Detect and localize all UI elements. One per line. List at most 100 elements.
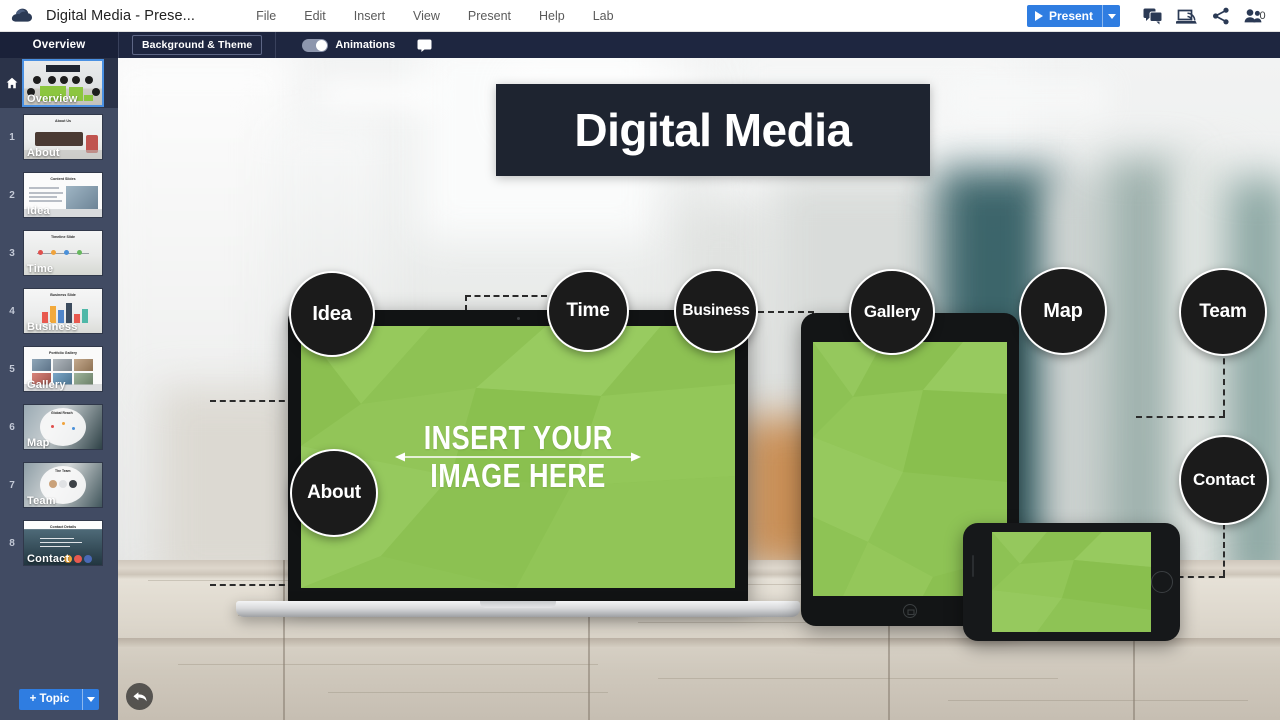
present-dropdown-button[interactable]	[1102, 5, 1120, 27]
thumbnail-heading: Timeline Slide	[50, 235, 76, 239]
comment-icon	[417, 39, 432, 52]
add-topic-dropdown-button[interactable]	[82, 688, 99, 710]
toolbar-divider-1	[118, 32, 119, 58]
thumbnail-heading: Business Slide	[50, 293, 76, 297]
slide-number: 1	[9, 131, 15, 143]
menu-item-present[interactable]: Present	[455, 5, 524, 27]
thumbnail-map[interactable]: Global Reach Map	[24, 405, 102, 449]
topic-node-label: Map	[1043, 299, 1083, 322]
animations-toggle-group[interactable]: Animations	[302, 38, 395, 52]
image-placeholder-laptop[interactable]: INSERT YOUR IMAGE HERE	[301, 326, 735, 588]
topic-node-label: Gallery	[863, 302, 921, 321]
chevron-down-icon	[87, 696, 96, 702]
document-title[interactable]: Digital Media - Prese...	[46, 8, 195, 24]
sidebar-item-overview[interactable]: Overview	[0, 58, 118, 108]
thumbnail-overview[interactable]: Overview	[24, 61, 102, 105]
sidebar-item-idea[interactable]: 2 Content Slides Idea	[0, 166, 118, 224]
menu-item-edit[interactable]: Edit	[291, 5, 339, 27]
chevron-down-icon	[1107, 13, 1116, 19]
screencast-icon	[1176, 9, 1197, 24]
topic-node-gallery[interactable]: Gallery	[849, 269, 935, 355]
menu-item-file[interactable]: File	[243, 5, 289, 27]
laptop-camera-icon	[516, 317, 520, 320]
thumbnail-idea[interactable]: Content Slides Idea	[24, 173, 102, 217]
slide-thumbnail-list[interactable]: Overview 1 About Us About 2 Content Slid…	[0, 58, 118, 678]
menu-item-help[interactable]: Help	[526, 5, 578, 27]
phone-screen[interactable]	[992, 532, 1151, 632]
add-topic-button[interactable]: + Topic	[19, 689, 83, 710]
sidebar-item-team[interactable]: 7 The Team Team	[0, 456, 118, 514]
slides-sidebar: Overview 1 About Us About 2 Content Slid…	[0, 58, 118, 720]
collaborator-count: 0	[1259, 10, 1266, 22]
app-logo[interactable]	[0, 8, 44, 23]
thumbnail-gallery[interactable]: Portfolio Gallery Gallery	[24, 347, 102, 391]
background-theme-button[interactable]: Background & Theme	[132, 35, 263, 55]
topic-node-team[interactable]: Team	[1179, 268, 1267, 356]
thumbnail-business[interactable]: Business Slide Business	[24, 289, 102, 333]
home-icon	[907, 609, 915, 615]
menu-bar: Digital Media - Prese... File Edit Inser…	[0, 0, 1280, 32]
topic-node-label: Contact	[1193, 470, 1255, 489]
comment-button[interactable]	[1136, 0, 1170, 32]
home-icon	[6, 77, 18, 89]
thumbnail-label-overview: Overview	[27, 93, 78, 105]
slide-title: Digital Media	[574, 104, 852, 156]
slide-number: 5	[9, 363, 15, 375]
topic-node-idea[interactable]: Idea	[289, 271, 375, 357]
play-icon	[1034, 11, 1043, 21]
screencast-button[interactable]	[1170, 0, 1204, 32]
topic-node-about[interactable]: About	[290, 449, 378, 537]
sidebar-item-time[interactable]: 3 Timeline Slide Time	[0, 224, 118, 282]
sidebar-item-contact[interactable]: 8 Contact Details Contact	[0, 514, 118, 572]
slide-number: 2	[9, 189, 15, 201]
image-placeholder-phone[interactable]	[992, 532, 1151, 632]
collaborators-button[interactable]: 0	[1238, 0, 1272, 32]
topic-node-map[interactable]: Map	[1019, 267, 1107, 355]
toolbar-divider-2	[275, 32, 277, 58]
menu-item-view[interactable]: View	[400, 5, 453, 27]
thumbnail-label-about: About	[27, 147, 60, 159]
sidebar-item-business[interactable]: 4 Business Slide Business	[0, 282, 118, 340]
share-button[interactable]	[1204, 0, 1238, 32]
topic-node-contact[interactable]: Contact	[1179, 435, 1269, 525]
share-icon	[1213, 7, 1229, 25]
thumbnail-label-gallery: Gallery	[27, 379, 66, 391]
topic-node-label: Time	[566, 300, 610, 321]
present-button[interactable]: Present	[1027, 5, 1102, 27]
slide-number: 3	[9, 247, 15, 259]
topic-node-label: Idea	[312, 302, 352, 325]
resize-arrow	[395, 451, 641, 463]
phone-body	[963, 523, 1180, 641]
home-icon-wrap	[0, 77, 24, 89]
slide-canvas[interactable]: Digital Media INSERT YOUR IMAGE HERE Ide…	[118, 58, 1280, 720]
slide-number: 4	[9, 305, 15, 317]
topic-node-business[interactable]: Business	[674, 269, 758, 353]
cloud-icon	[11, 8, 32, 22]
slide-title-plate[interactable]: Digital Media	[496, 84, 930, 176]
animations-toggle[interactable]	[302, 38, 329, 52]
toolbar-overview-tab[interactable]: Overview	[0, 32, 118, 58]
laptop-screen[interactable]: INSERT YOUR IMAGE HERE	[301, 326, 735, 588]
toolbar-comment-button[interactable]	[417, 39, 432, 52]
sidebar-item-map[interactable]: 6 Global Reach Map	[0, 398, 118, 456]
tablet-home-button[interactable]	[903, 604, 917, 618]
undo-button[interactable]	[126, 683, 153, 710]
thumbnail-label-map: Map	[27, 437, 50, 449]
phone-mockup[interactable]	[963, 523, 1180, 641]
slide-number: 8	[9, 537, 15, 549]
thumbnail-contact[interactable]: Contact Details Contact	[24, 521, 102, 565]
thumbnail-heading: About Us	[55, 119, 71, 123]
thumbnail-about[interactable]: About Us About	[24, 115, 102, 159]
menu-item-lab[interactable]: Lab	[580, 5, 627, 27]
menu-item-insert[interactable]: Insert	[341, 5, 398, 27]
sidebar-item-gallery[interactable]: 5 Portfolio Gallery Gallery	[0, 340, 118, 398]
topic-node-time[interactable]: Time	[547, 270, 629, 352]
thumbnail-heading: Contact Details	[49, 525, 77, 529]
phone-home-button[interactable]	[1151, 571, 1173, 593]
sidebar-item-about[interactable]: 1 About Us About	[0, 108, 118, 166]
phone-speaker-icon	[972, 555, 974, 577]
add-topic-button-group: + Topic	[18, 688, 100, 710]
top-right-actions: Present 0	[1026, 0, 1272, 32]
thumbnail-time[interactable]: Timeline Slide Time	[24, 231, 102, 275]
thumbnail-team[interactable]: The Team Team	[24, 463, 102, 507]
